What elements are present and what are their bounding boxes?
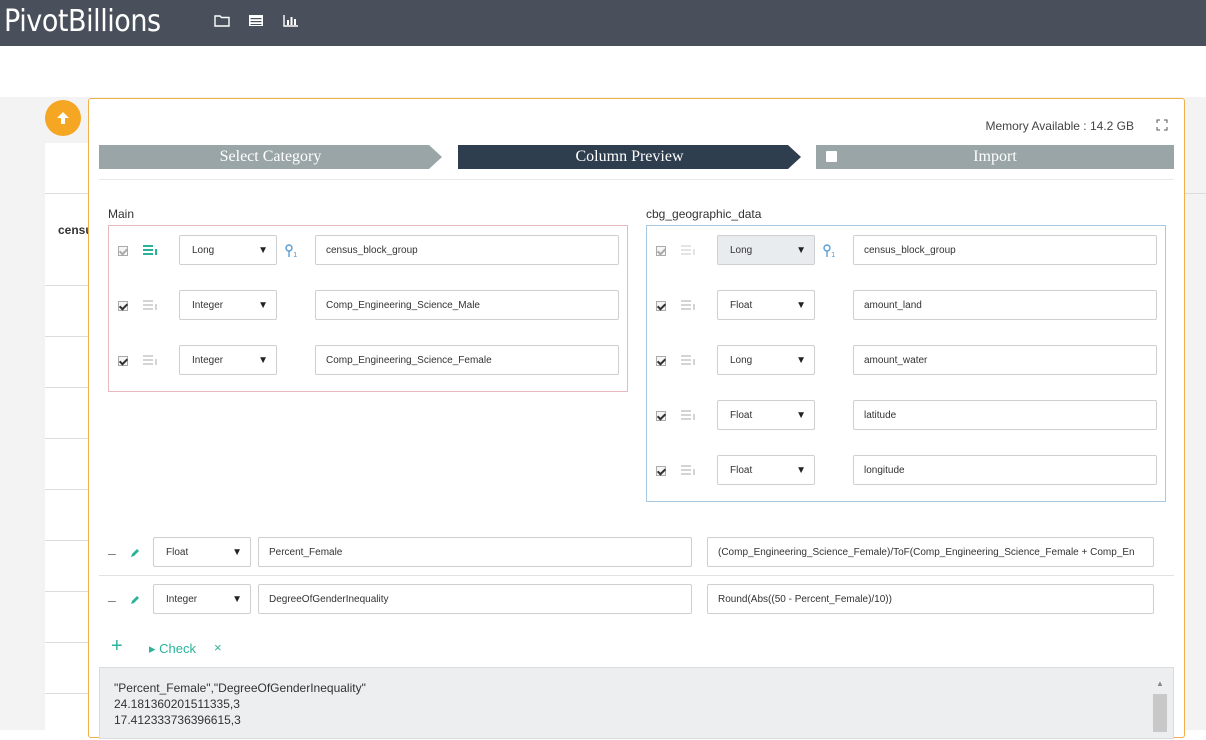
pencil-icon[interactable] <box>129 594 141 606</box>
preview-output: "Percent_Female","DegreeOfGenderInequali… <box>99 667 1174 739</box>
check-button[interactable]: ▸ Check <box>149 641 196 657</box>
list-filter-icon[interactable] <box>143 244 159 256</box>
caret-down-icon: ▼ <box>796 300 806 311</box>
column-row: Float ▼ longitude <box>647 453 1165 487</box>
column-row: Float ▼ amount_land <box>647 288 1165 322</box>
type-select[interactable]: Integer ▼ <box>179 290 277 320</box>
step-import[interactable]: Import <box>816 145 1174 169</box>
computed-column-row: – Float ▼ Percent_Female (Comp_Engineerin… <box>99 537 1174 577</box>
group-label-cbg: cbg_geographic_data <box>646 207 762 221</box>
column-checkbox[interactable] <box>656 466 666 476</box>
add-column-button[interactable]: + <box>111 635 123 658</box>
column-row: Long ▼ 1 census_block_group <box>647 233 1165 267</box>
computed-name-input[interactable]: Percent_Female <box>258 537 692 567</box>
scrollbar-thumb[interactable] <box>1153 694 1167 732</box>
type-select[interactable]: Long ▼ <box>717 345 815 375</box>
divider <box>99 179 1174 180</box>
column-row: Integer ▼ Comp_Engineering_Science_Male <box>109 288 627 322</box>
group-label-main: Main <box>108 207 135 221</box>
top-bar: PivotBillions <box>0 0 1206 46</box>
bar-chart-icon[interactable] <box>283 14 299 27</box>
caret-down-icon: ▼ <box>232 547 242 558</box>
computed-type-select[interactable]: Float ▼ <box>153 537 251 567</box>
svg-text:1: 1 <box>831 251 835 258</box>
computed-expression-input[interactable]: Round(Abs((50 - Percent_Female)/10)) <box>707 584 1154 614</box>
upload-button[interactable] <box>45 100 81 136</box>
computed-expression-input[interactable]: (Comp_Engineering_Science_Female)/ToF(Co… <box>707 537 1154 567</box>
column-group-main: Long ▼ 1 census_block_group Integer ▼ Comp… <box>108 225 628 392</box>
list-filter-icon[interactable] <box>681 299 697 311</box>
checkbox-icon <box>826 151 837 162</box>
type-select[interactable]: Long ▼ <box>179 235 277 265</box>
step-column-preview[interactable]: Column Preview <box>458 145 801 169</box>
clear-button[interactable]: × <box>214 640 222 655</box>
output-line: 24.181360201511335,3 <box>114 697 240 711</box>
caret-down-icon: ▼ <box>796 410 806 421</box>
list-filter-icon[interactable] <box>681 464 697 476</box>
pencil-icon[interactable] <box>129 547 141 559</box>
column-row: Integer ▼ Comp_Engineering_Science_Female <box>109 343 627 377</box>
computed-name-input[interactable]: DegreeOfGenderInequality <box>258 584 692 614</box>
app-title: PivotBillions <box>4 4 161 39</box>
column-row: Long ▼ 1 census_block_group <box>109 233 627 267</box>
scrollbar[interactable]: ▲ <box>1153 676 1167 740</box>
list-filter-icon[interactable] <box>681 409 697 421</box>
list-filter-icon[interactable] <box>681 354 697 366</box>
column-checkbox[interactable] <box>656 356 666 366</box>
caret-down-icon: ▼ <box>796 245 806 256</box>
key-icon[interactable]: 1 <box>823 244 837 258</box>
column-name-input[interactable]: Comp_Engineering_Science_Male <box>315 290 619 320</box>
column-checkbox[interactable] <box>656 246 666 256</box>
column-row: Float ▼ latitude <box>647 398 1165 432</box>
column-name-input[interactable]: Comp_Engineering_Science_Female <box>315 345 619 375</box>
fullscreen-icon[interactable] <box>1156 119 1168 131</box>
remove-column-button[interactable]: – <box>108 592 116 608</box>
column-checkbox[interactable] <box>118 246 128 256</box>
column-name-input[interactable]: amount_land <box>853 290 1157 320</box>
caret-down-icon: ▼ <box>258 355 268 366</box>
column-name-input[interactable]: amount_water <box>853 345 1157 375</box>
output-line: 17.412333736396615,3 <box>114 713 241 727</box>
list-filter-icon[interactable] <box>143 354 159 366</box>
column-name-input[interactable]: census_block_group <box>853 235 1157 265</box>
column-name-input[interactable]: longitude <box>853 455 1157 485</box>
table-icon[interactable] <box>248 14 264 27</box>
key-icon[interactable]: 1 <box>285 244 299 258</box>
output-line: "Percent_Female","DegreeOfGenderInequali… <box>114 681 366 695</box>
step-select-category[interactable]: Select Category <box>99 145 442 169</box>
caret-down-icon: ▼ <box>796 355 806 366</box>
caret-down-icon: ▼ <box>232 594 242 605</box>
type-select[interactable]: Float ▼ <box>717 290 815 320</box>
folder-icon[interactable] <box>214 14 230 27</box>
column-row: Long ▼ amount_water <box>647 343 1165 377</box>
column-checkbox[interactable] <box>118 301 128 311</box>
column-name-input[interactable]: census_block_group <box>315 235 619 265</box>
arrow-up-icon <box>57 112 69 124</box>
column-group-cbg-geographic-data: Long ▼ 1 census_block_group Float ▼ amount… <box>646 225 1166 502</box>
scroll-up-icon[interactable]: ▲ <box>1156 676 1164 692</box>
type-select[interactable]: Float ▼ <box>717 455 815 485</box>
type-select[interactable]: Long ▼ <box>717 235 815 265</box>
import-dialog: Memory Available : 14.2 GB Select Catego… <box>88 98 1185 739</box>
svg-text:1: 1 <box>293 251 297 258</box>
computed-column-row: – Integer ▼ DegreeOfGenderInequality Roun… <box>99 584 1174 624</box>
caret-down-icon: ▼ <box>796 465 806 476</box>
list-filter-icon[interactable] <box>143 299 159 311</box>
divider <box>99 575 1174 576</box>
list-filter-icon[interactable] <box>681 244 697 256</box>
type-select[interactable]: Float ▼ <box>717 400 815 430</box>
memory-available: Memory Available : 14.2 GB <box>985 119 1134 133</box>
column-checkbox[interactable] <box>656 411 666 421</box>
column-checkbox[interactable] <box>118 356 128 366</box>
column-checkbox[interactable] <box>656 301 666 311</box>
remove-column-button[interactable]: – <box>108 545 116 561</box>
column-name-input[interactable]: latitude <box>853 400 1157 430</box>
computed-type-select[interactable]: Integer ▼ <box>153 584 251 614</box>
caret-down-icon: ▼ <box>258 245 268 256</box>
caret-down-icon: ▼ <box>258 300 268 311</box>
type-select[interactable]: Integer ▼ <box>179 345 277 375</box>
